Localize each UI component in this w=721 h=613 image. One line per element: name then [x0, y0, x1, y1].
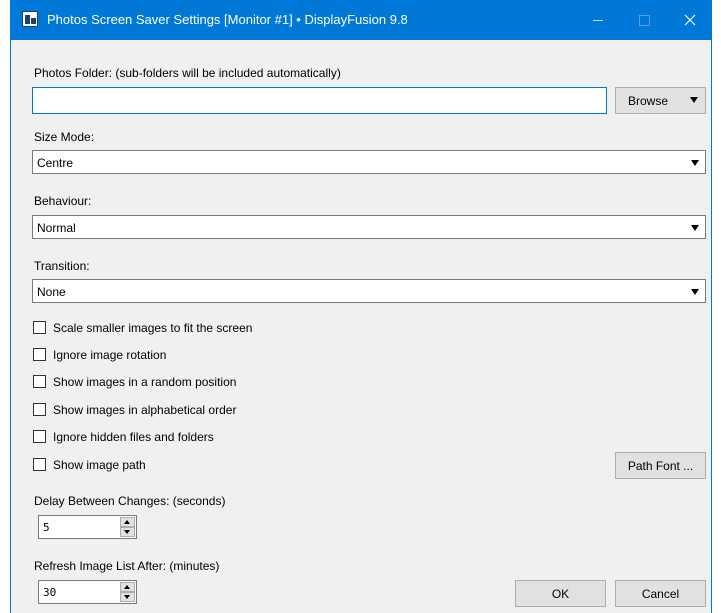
- refresh-value: 30: [43, 586, 57, 599]
- transition-select[interactable]: None: [32, 279, 706, 303]
- checkbox[interactable]: [33, 458, 46, 471]
- chevron-down-icon: [691, 289, 699, 295]
- close-icon: [684, 14, 696, 26]
- checkbox[interactable]: [33, 375, 46, 388]
- ok-button[interactable]: OK: [515, 580, 606, 607]
- stepper-up-icon[interactable]: [120, 582, 135, 592]
- option-label: Show images in alphabetical order: [53, 403, 237, 417]
- stepper-down-icon[interactable]: [120, 592, 135, 602]
- delay-stepper[interactable]: 5: [38, 515, 137, 539]
- size-mode-value: Centre: [37, 156, 74, 170]
- browse-button[interactable]: Browse: [615, 87, 706, 114]
- chevron-down-icon: [691, 225, 699, 231]
- stepper-down-icon[interactable]: [120, 527, 135, 537]
- size-mode-select[interactable]: Centre: [32, 150, 706, 174]
- option-label: Show images in a random position: [53, 375, 237, 389]
- maximize-icon: [638, 14, 650, 26]
- refresh-stepper[interactable]: 30: [38, 580, 137, 604]
- behaviour-label: Behaviour:: [34, 194, 92, 208]
- option-label: Show image path: [53, 458, 146, 472]
- minimize-button[interactable]: [575, 0, 621, 40]
- delay-label: Delay Between Changes: (seconds): [34, 494, 226, 508]
- option-label: Ignore image rotation: [53, 348, 167, 362]
- browse-button-label: Browse: [628, 94, 669, 108]
- stepper-up-icon[interactable]: [120, 517, 135, 527]
- delay-value: 5: [43, 521, 50, 534]
- option-label: Ignore hidden files and folders: [53, 430, 214, 444]
- checkbox[interactable]: [33, 348, 46, 361]
- option-label: Scale smaller images to fit the screen: [53, 321, 253, 335]
- refresh-label: Refresh Image List After: (minutes): [34, 559, 220, 573]
- chevron-down-icon: [691, 160, 699, 166]
- dropdown-arrow-icon: [690, 97, 698, 103]
- close-button[interactable]: [667, 0, 713, 40]
- behaviour-value: Normal: [37, 221, 76, 235]
- checkbox[interactable]: [33, 321, 46, 334]
- size-mode-label: Size Mode:: [34, 130, 95, 144]
- path-font-button[interactable]: Path Font ...: [615, 452, 706, 479]
- transition-value: None: [37, 285, 66, 299]
- cancel-button[interactable]: Cancel: [615, 580, 706, 607]
- photos-folder-label: Photos Folder: (sub-folders will be incl…: [34, 66, 341, 80]
- displayfusion-icon: [22, 11, 38, 27]
- checkbox[interactable]: [33, 403, 46, 416]
- photos-folder-input[interactable]: [32, 87, 607, 114]
- checkbox[interactable]: [33, 430, 46, 443]
- title-bar[interactable]: Photos Screen Saver Settings [Monitor #1…: [11, 0, 711, 40]
- maximize-button: [621, 0, 667, 40]
- settings-window: Photos Screen Saver Settings [Monitor #1…: [10, 0, 712, 613]
- transition-label: Transition:: [34, 259, 90, 273]
- behaviour-select[interactable]: Normal: [32, 215, 706, 239]
- minimize-icon: [593, 19, 603, 21]
- window-title: Photos Screen Saver Settings [Monitor #1…: [47, 12, 408, 27]
